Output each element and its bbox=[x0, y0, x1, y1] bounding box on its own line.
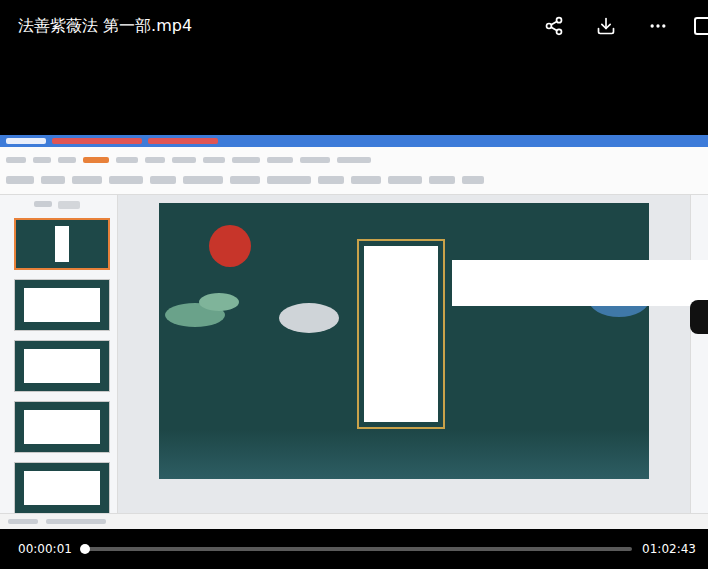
frame-thumbnail bbox=[14, 462, 110, 513]
frame-thumbnail bbox=[14, 218, 110, 270]
panel-icon[interactable] bbox=[694, 17, 708, 35]
letterbox bbox=[0, 52, 708, 135]
frame-thumbnail bbox=[14, 401, 110, 453]
frame-slide bbox=[159, 203, 649, 479]
watermark-box bbox=[452, 260, 708, 306]
frame-thumbnail-panel bbox=[0, 195, 118, 513]
progress-track[interactable] bbox=[82, 547, 632, 551]
frame-status-bar bbox=[0, 513, 708, 529]
share-button[interactable] bbox=[536, 8, 572, 44]
share-icon bbox=[544, 16, 564, 36]
download-button[interactable] bbox=[588, 8, 624, 44]
frame-canvas bbox=[118, 195, 690, 513]
frame-thumbnail bbox=[14, 340, 110, 392]
player-controls: 00:00:01 01:02:43 bbox=[0, 529, 708, 569]
sun-shape bbox=[209, 225, 251, 267]
top-bar: 法善紫薇法 第一部.mp4 bbox=[0, 0, 708, 52]
more-button[interactable] bbox=[640, 8, 676, 44]
duration: 01:02:43 bbox=[642, 542, 696, 556]
frame-right-rail bbox=[690, 195, 708, 513]
more-icon bbox=[648, 16, 668, 36]
frame-title-strip bbox=[0, 135, 708, 147]
edge-badge bbox=[690, 300, 708, 334]
video-frame bbox=[0, 135, 708, 529]
current-time: 00:00:01 bbox=[18, 542, 72, 556]
frame-thumbnail bbox=[14, 279, 110, 331]
frame-ribbon bbox=[0, 147, 708, 195]
video-player-page: 法善紫薇法 第一部.mp4 00:00:01 01:02:43 bbox=[0, 0, 708, 569]
title-card bbox=[357, 239, 445, 429]
video-title: 法善紫薇法 第一部.mp4 bbox=[18, 16, 520, 37]
progress-knob[interactable] bbox=[80, 544, 90, 554]
download-icon bbox=[596, 16, 616, 36]
waves-shape bbox=[159, 429, 649, 479]
